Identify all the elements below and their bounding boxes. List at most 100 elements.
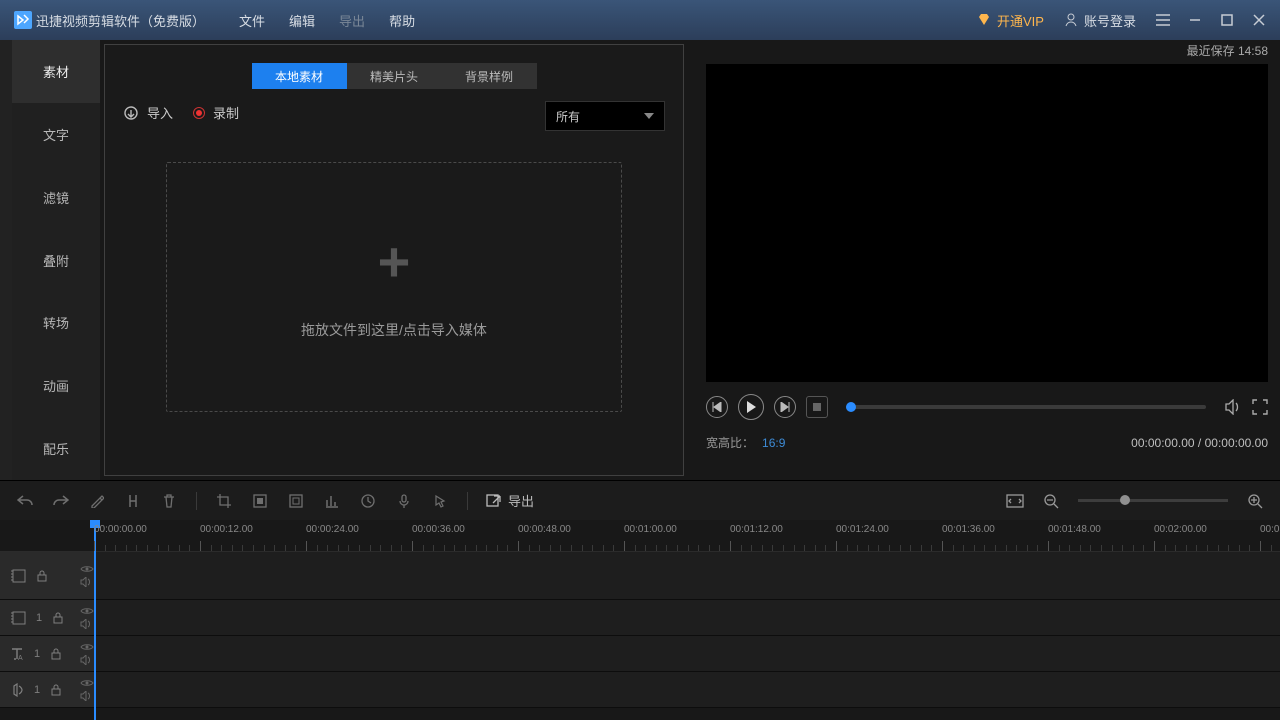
timeline-export-button[interactable]: 导出 [486, 491, 534, 510]
record-label: 录制 [213, 103, 239, 122]
duration-button[interactable] [359, 492, 377, 510]
open-vip-button[interactable]: 开通VIP [977, 11, 1044, 30]
visibility-icon[interactable] [80, 565, 94, 573]
zoom-in-button[interactable] [1246, 492, 1264, 510]
mute-icon[interactable] [80, 655, 94, 665]
export-icon [486, 494, 502, 508]
aspect-ratio-value[interactable]: 16:9 [762, 436, 785, 450]
stop-button[interactable] [806, 396, 828, 418]
preview-panel: 宽高比： 16:9 00:00:00.00 / 00:00:00.00 [688, 40, 1280, 480]
fullscreen-button[interactable] [1252, 399, 1268, 415]
edit-tool-button[interactable] [88, 492, 106, 510]
titlebar: 迅捷视频剪辑软件（免费版） 文件 编辑 导出 帮助 开通VIP 账号登录 [0, 0, 1280, 40]
menu-help[interactable]: 帮助 [389, 11, 415, 30]
undo-button[interactable] [16, 492, 34, 510]
track-body[interactable] [94, 552, 1280, 599]
media-panel: 本地素材 精美片头 背景样例 导入 录制 所有 + 拖放文件到这里/点击导入媒体 [104, 44, 684, 476]
crop-button[interactable] [215, 492, 233, 510]
pip-track[interactable]: 1 [0, 600, 1280, 636]
aspect-ratio-label: 宽高比： [706, 434, 754, 451]
sidebar-item-filter[interactable]: 滤镜 [12, 166, 100, 229]
freeze-button[interactable] [287, 492, 305, 510]
sidebar-item-text[interactable]: 文字 [12, 103, 100, 166]
fit-button[interactable] [1006, 492, 1024, 510]
track-head: 1 [0, 600, 94, 635]
diamond-icon [977, 13, 991, 27]
lock-icon[interactable] [50, 684, 62, 696]
timeline: 00:00:00.0000:00:12.0000:00:24.0000:00:3… [0, 520, 1280, 708]
ruler-label: 00:01:36.00 [942, 524, 995, 535]
sidebar: 素材 文字 滤镜 叠附 转场 动画 配乐 [12, 40, 100, 480]
hamburger-menu-icon[interactable] [1156, 13, 1170, 27]
visibility-icon[interactable] [80, 643, 94, 651]
media-dropzone[interactable]: + 拖放文件到这里/点击导入媒体 [166, 162, 622, 412]
lock-icon[interactable] [50, 648, 62, 660]
track-number: 1 [34, 648, 40, 660]
volume-button[interactable] [1224, 399, 1242, 415]
zoom-slider[interactable] [1078, 499, 1228, 502]
timeline-ruler[interactable]: 00:00:00.0000:00:12.0000:00:24.0000:00:3… [0, 520, 1280, 552]
sidebar-item-overlay[interactable]: 叠附 [12, 229, 100, 292]
maximize-button[interactable] [1220, 13, 1234, 27]
ruler-label: 00:00:12.00 [200, 524, 253, 535]
app-name: 迅捷视频剪辑软件（免费版） [36, 11, 205, 30]
sidebar-item-media[interactable]: 素材 [12, 40, 100, 103]
mute-icon[interactable] [80, 577, 94, 587]
next-frame-button[interactable] [774, 396, 796, 418]
sidebar-item-animation[interactable]: 动画 [12, 354, 100, 417]
menu-edit[interactable]: 编辑 [289, 11, 315, 30]
mosaic-button[interactable] [251, 492, 269, 510]
tab-local-media[interactable]: 本地素材 [252, 63, 347, 89]
import-button[interactable]: 导入 [123, 103, 173, 122]
progress-knob[interactable] [846, 402, 856, 412]
track-body[interactable] [94, 672, 1280, 707]
preview-time: 00:00:00.00 / 00:00:00.00 [1131, 436, 1268, 450]
vip-label: 开通VIP [997, 11, 1044, 30]
tab-intro[interactable]: 精美片头 [347, 63, 442, 89]
tab-background[interactable]: 背景样例 [442, 63, 537, 89]
prev-frame-button[interactable] [706, 396, 728, 418]
import-label: 导入 [147, 103, 173, 122]
svg-text:A: A [18, 655, 23, 661]
dropzone-text: 拖放文件到这里/点击导入媒体 [301, 320, 487, 340]
import-icon [123, 105, 139, 121]
account-login-button[interactable]: 账号登录 [1064, 11, 1136, 30]
lock-icon[interactable] [36, 570, 48, 582]
audio-track[interactable]: 1 [0, 672, 1280, 708]
split-button[interactable] [124, 492, 142, 510]
mute-icon[interactable] [80, 619, 94, 629]
ruler-label: 00:00:36.00 [412, 524, 465, 535]
ruler-label: 00:01:24.00 [836, 524, 889, 535]
chevron-down-icon [644, 113, 654, 119]
preview-progress[interactable] [846, 405, 1206, 409]
play-button[interactable] [738, 394, 764, 420]
text-track[interactable]: A1 [0, 636, 1280, 672]
visibility-icon[interactable] [80, 607, 94, 615]
video-track[interactable] [0, 552, 1280, 600]
track-body[interactable] [94, 600, 1280, 635]
track-head: 1 [0, 672, 94, 707]
app-logo-icon [14, 11, 32, 29]
record-button[interactable]: 录制 [193, 103, 239, 122]
menu-export[interactable]: 导出 [339, 11, 365, 30]
visibility-icon[interactable] [80, 679, 94, 687]
sidebar-item-music[interactable]: 配乐 [12, 417, 100, 480]
chart-button[interactable] [323, 492, 341, 510]
minimize-button[interactable] [1188, 13, 1202, 27]
media-filter-dropdown[interactable]: 所有 [545, 101, 665, 131]
menu-file[interactable]: 文件 [239, 11, 265, 30]
track-body[interactable] [94, 636, 1280, 671]
mute-icon[interactable] [80, 691, 94, 701]
voiceover-button[interactable] [395, 492, 413, 510]
redo-button[interactable] [52, 492, 70, 510]
delete-button[interactable] [160, 492, 178, 510]
cursor-tool-button[interactable] [431, 492, 449, 510]
current-time: 00:00:00.00 [1131, 436, 1194, 450]
timeline-toolbar: 导出 [0, 480, 1280, 520]
export-label: 导出 [508, 491, 534, 510]
zoom-knob[interactable] [1120, 495, 1130, 505]
zoom-out-button[interactable] [1042, 492, 1060, 510]
sidebar-item-transition[interactable]: 转场 [12, 291, 100, 354]
close-button[interactable] [1252, 13, 1266, 27]
lock-icon[interactable] [52, 612, 64, 624]
